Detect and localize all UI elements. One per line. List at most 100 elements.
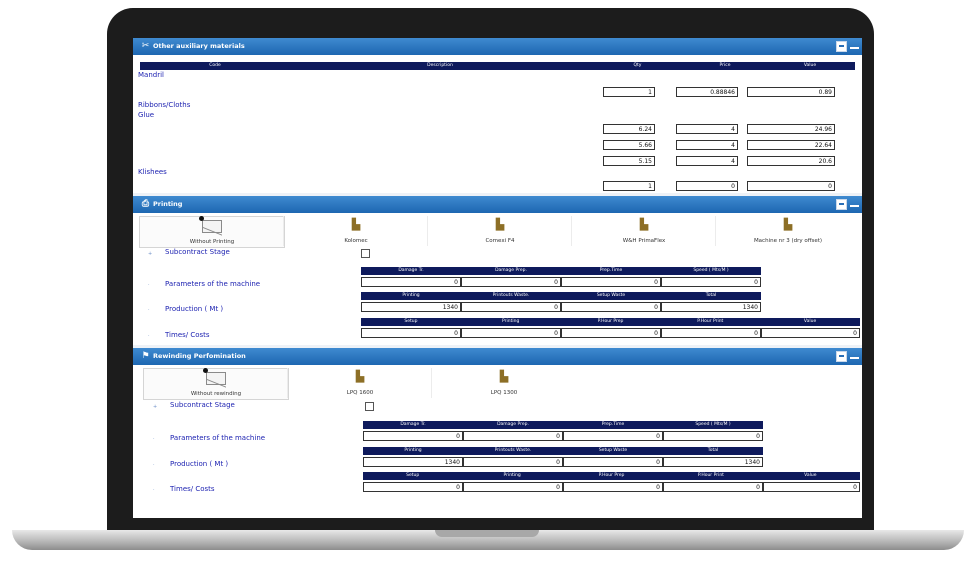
price-field[interactable]: 0 <box>676 181 738 191</box>
rewinding-section-header[interactable]: ⚑ Rewinding Perfomination <box>133 348 862 365</box>
machine-label: Machine nr 3 (dry offset) <box>753 238 823 244</box>
header: Speed ( Mts/M ) <box>693 268 729 273</box>
production-label: Production ( Mt ) <box>165 305 224 313</box>
price-field[interactable]: 4 <box>676 124 738 134</box>
subcontract-checkbox[interactable] <box>365 402 374 411</box>
damage-tr-field[interactable]: 0 <box>363 431 463 441</box>
group-mandril: Mandril <box>138 71 164 79</box>
restore-button[interactable] <box>836 41 847 52</box>
header: Setup Waste <box>598 448 628 453</box>
printouts-waste-field[interactable]: 0 <box>461 302 561 312</box>
rewinding-section-title: Rewinding Perfomination <box>153 352 246 360</box>
speed-field[interactable]: 0 <box>663 431 763 441</box>
printing-section-header[interactable]: ⎙ Printing <box>133 196 862 213</box>
minimize-button[interactable] <box>850 47 859 49</box>
header: Setup <box>406 473 420 478</box>
machine-option-without-printing[interactable]: Without Printing <box>139 216 285 248</box>
qty-field[interactable]: 1 <box>603 181 655 191</box>
printing-field[interactable]: 1340 <box>361 302 461 312</box>
value-field[interactable]: 22.64 <box>747 140 835 150</box>
machine-option-comexi[interactable]: ▙ Comexi F4 <box>427 216 572 246</box>
hour-print-field[interactable]: 0 <box>661 328 761 338</box>
header: Printouts Waste. <box>494 448 532 453</box>
total-field[interactable]: 1340 <box>663 457 763 467</box>
header: P.Hour Prep <box>598 473 625 478</box>
total-field[interactable]: 1340 <box>661 302 761 312</box>
rewind-icon: ⚑ <box>141 351 150 361</box>
col-code: Code <box>209 63 221 68</box>
hour-prep-field[interactable]: 0 <box>561 328 661 338</box>
envelope-icon <box>199 216 222 233</box>
value-field[interactable]: 20.6 <box>747 156 835 166</box>
prep-time-field[interactable]: 0 <box>561 277 661 287</box>
speed-field[interactable]: 0 <box>661 277 761 287</box>
subcontract-checkbox[interactable] <box>361 249 370 258</box>
machine-option-wh-primaflex[interactable]: ▙ W&H PrimaFlex <box>571 216 716 246</box>
minimize-button[interactable] <box>850 357 859 359</box>
restore-button[interactable] <box>836 199 847 210</box>
setup-field[interactable]: 0 <box>363 482 463 492</box>
bullet-icon: · <box>153 487 155 493</box>
printer-icon: ⎙ <box>141 199 150 209</box>
value-field[interactable]: 0.89 <box>747 87 835 97</box>
machine-option-without-rewinding[interactable]: Without rewinding <box>143 368 289 400</box>
printing-time-field[interactable]: 0 <box>461 328 561 338</box>
header: Damage Prep. <box>497 422 529 427</box>
col-description: Description <box>427 63 453 68</box>
machine-label: Without Printing <box>189 239 235 245</box>
cost-value-field[interactable]: 0 <box>763 482 860 492</box>
price-field[interactable]: 4 <box>676 156 738 166</box>
cost-value-field[interactable]: 0 <box>761 328 860 338</box>
bullet-icon: · <box>148 282 150 288</box>
machine-option-kolomec[interactable]: ▙ Kolomec <box>283 216 428 246</box>
damage-tr-field[interactable]: 0 <box>361 277 461 287</box>
group-glue: Glue <box>138 111 155 119</box>
machine-icon: ▙ <box>355 370 365 383</box>
subcontract-label: Subcontract Stage <box>170 401 235 409</box>
production-headers: Printing Printouts Waste. Setup Waste To… <box>361 292 761 300</box>
qty-field[interactable]: 6.24 <box>603 124 655 134</box>
header: P.Hour Prep <box>597 319 624 324</box>
machine-icon: ▙ <box>351 218 361 231</box>
setup-field[interactable]: 0 <box>361 328 461 338</box>
minimize-button[interactable] <box>850 205 859 207</box>
machine-icon: ▙ <box>783 218 793 231</box>
header: Prep.Time <box>601 422 625 427</box>
machine-option-lpq1300[interactable]: ▙ LPQ 1300 <box>431 368 576 398</box>
printing-time-field[interactable]: 0 <box>463 482 563 492</box>
setup-waste-field[interactable]: 0 <box>563 457 663 467</box>
qty-field[interactable]: 5.66 <box>603 140 655 150</box>
printouts-waste-field[interactable]: 0 <box>463 457 563 467</box>
header: P.Hour Print <box>697 473 724 478</box>
machine-label: W&H PrimaFlex <box>622 238 666 244</box>
aux-section-header[interactable]: ✂ Other auxiliary materials <box>133 38 862 55</box>
setup-waste-field[interactable]: 0 <box>561 302 661 312</box>
qty-field[interactable]: 5.15 <box>603 156 655 166</box>
value-field[interactable]: 0 <box>747 181 835 191</box>
machine-label: Comexi F4 <box>485 238 515 244</box>
damage-prep-field[interactable]: 0 <box>461 277 561 287</box>
machine-icon: ▙ <box>499 370 509 383</box>
production-headers: Printing Printouts Waste. Setup Waste To… <box>363 447 763 455</box>
params-headers: Damage Tr. Damage Prep. Prep.Time Speed … <box>361 267 761 275</box>
hour-print-field[interactable]: 0 <box>663 482 763 492</box>
printing-section-title: Printing <box>153 200 183 208</box>
machine-option-lpq1600[interactable]: ▙ LPQ 1600 <box>287 368 432 398</box>
price-field[interactable]: 0.88846 <box>676 87 738 97</box>
qty-field[interactable]: 1 <box>603 87 655 97</box>
printing-field[interactable]: 1340 <box>363 457 463 467</box>
bullet-icon: · <box>148 333 150 339</box>
machine-label: LPQ 1600 <box>346 390 374 396</box>
value-field[interactable]: 24.96 <box>747 124 835 134</box>
subcontract-label: Subcontract Stage <box>165 248 230 256</box>
restore-button[interactable] <box>836 351 847 362</box>
machine-icon: ▙ <box>495 218 505 231</box>
price-field[interactable]: 4 <box>676 140 738 150</box>
prep-time-field[interactable]: 0 <box>563 431 663 441</box>
damage-prep-field[interactable]: 0 <box>463 431 563 441</box>
header: Printing <box>404 448 422 453</box>
machine-option-machine-nr3[interactable]: ▙ Machine nr 3 (dry offset) <box>715 216 860 246</box>
params-label: Parameters of the machine <box>170 434 266 442</box>
hour-prep-field[interactable]: 0 <box>563 482 663 492</box>
times-label: Times/ Costs <box>170 485 215 493</box>
